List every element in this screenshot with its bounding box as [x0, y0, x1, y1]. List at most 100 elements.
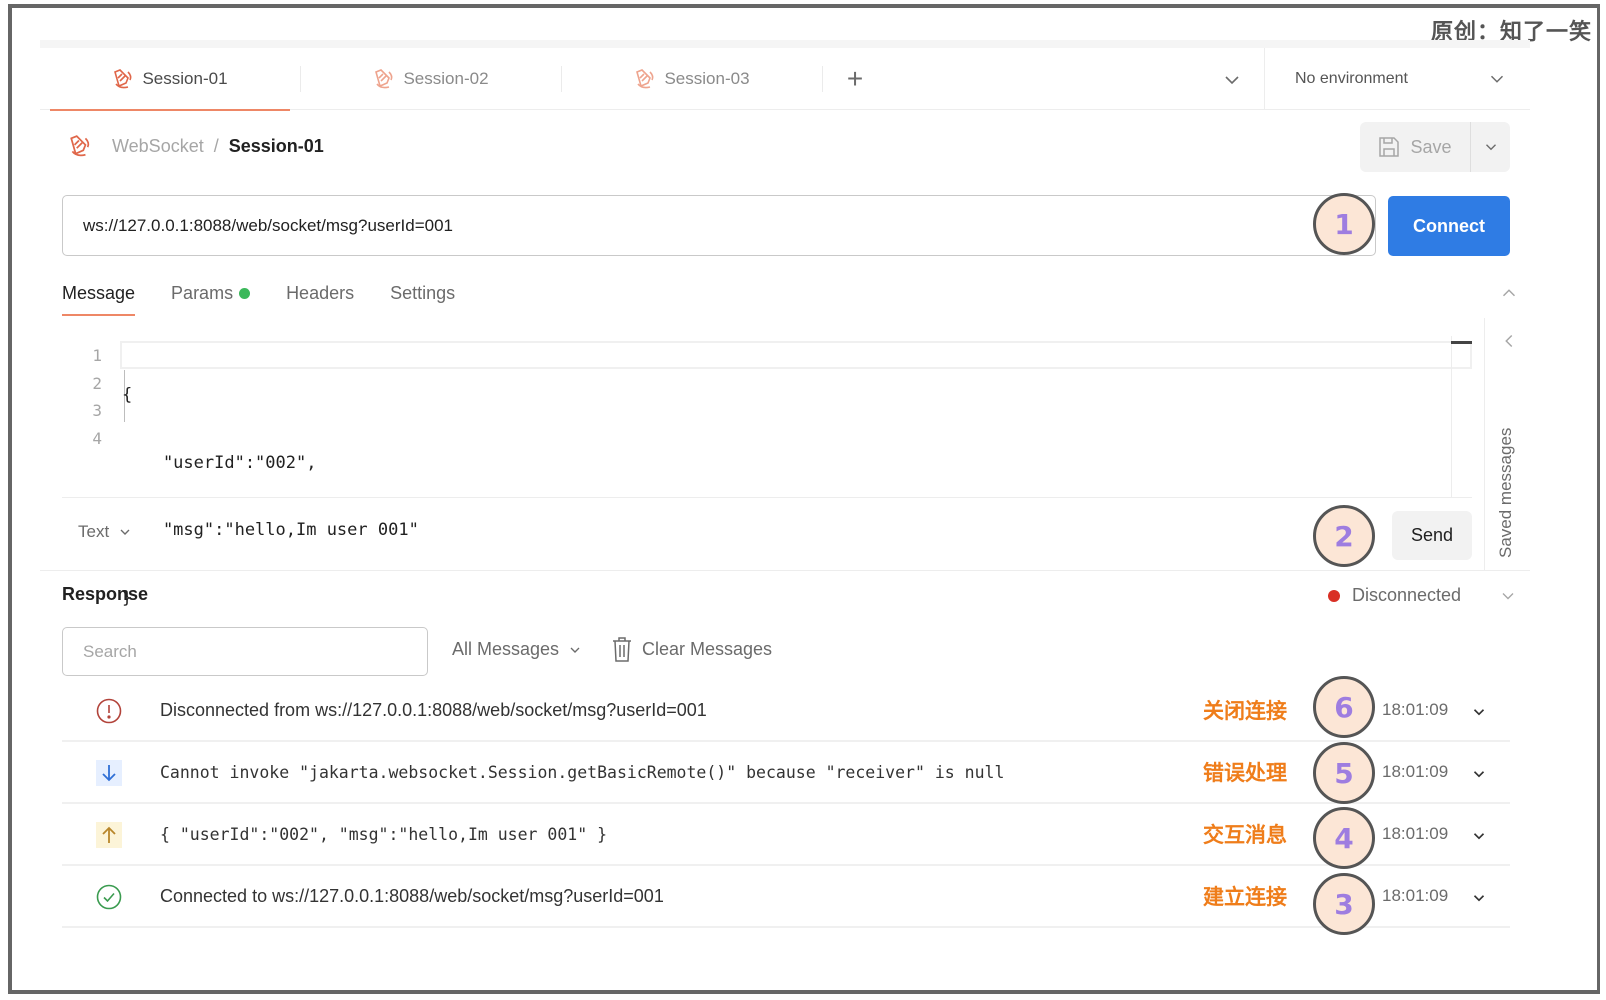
save-button[interactable]: Save — [1360, 122, 1470, 172]
message-format-select[interactable]: Text — [78, 522, 133, 542]
message-text: { "userId":"002", "msg":"hello,Im user 0… — [160, 824, 608, 844]
status-dot — [1328, 589, 1340, 602]
breadcrumb: WebSocket / Session-01 — [68, 130, 324, 162]
message-time: 18:01:09 — [1382, 886, 1449, 905]
connect-button[interactable]: Connect — [1388, 196, 1510, 256]
message-text: Disconnected from ws://127.0.0.1:8088/we… — [160, 699, 707, 720]
saved-messages-divider — [1484, 318, 1485, 570]
annotation-label: 建立连接 — [1203, 885, 1287, 909]
code-line: "userId":"002", — [122, 452, 317, 473]
step-badge-2: 2 — [1313, 505, 1375, 567]
expand-chevron-down-icon[interactable] — [1470, 889, 1488, 907]
message-filter-select[interactable]: All Messages — [452, 639, 583, 660]
floppy-disk-icon — [1379, 137, 1400, 157]
websocket-icon — [114, 68, 132, 88]
message-list: Disconnected from ws://127.0.0.1:8088/we… — [62, 680, 1510, 928]
tab-label: Settings — [390, 282, 456, 303]
message-search-input[interactable] — [62, 627, 428, 676]
websocket-icon — [375, 68, 393, 88]
alert-circle-icon — [96, 698, 122, 724]
tab-session-01[interactable]: Session-01 — [40, 48, 300, 111]
clear-messages-button[interactable]: Clear Messages — [612, 636, 772, 662]
line-number: 4 — [92, 428, 102, 448]
tab-params[interactable]: Params — [171, 280, 251, 306]
url-input[interactable]: ws://127.0.0.1:8088/web/socket/msg?userI… — [62, 195, 1376, 256]
breadcrumb-parent[interactable]: WebSocket — [112, 136, 204, 157]
step-badge-1: 1 — [1313, 193, 1375, 255]
chevron-down-icon — [1485, 144, 1496, 151]
tab-label: Message — [62, 282, 136, 303]
breadcrumb-current[interactable]: Session-01 — [229, 136, 324, 157]
message-time: 18:01:09 — [1382, 700, 1449, 719]
save-options-dropdown[interactable] — [1470, 122, 1510, 172]
trash-icon — [613, 637, 631, 662]
session-tab-bar: Session-01 Session-02 Session-03 + No en… — [40, 48, 1530, 111]
message-row[interactable]: { "userId":"002", "msg":"hello,Im user 0… — [62, 804, 1510, 866]
save-label: Save — [1410, 136, 1452, 157]
connection-status: Disconnected — [1328, 585, 1461, 606]
chevron-left-icon[interactable] — [1500, 330, 1518, 352]
tab-label: Params — [171, 282, 234, 303]
tab-session-02[interactable]: Session-02 — [301, 48, 561, 110]
message-time: 18:01:09 — [1382, 824, 1449, 843]
tab-label: Headers — [286, 282, 355, 303]
code-content[interactable]: { "userId":"002", "msg":"hello,Im user 0… — [122, 342, 419, 652]
tab-settings[interactable]: Settings — [390, 280, 455, 306]
tab-message[interactable]: Message — [62, 280, 136, 316]
arrow-down-icon — [96, 760, 122, 786]
tab-session-03[interactable]: Session-03 — [562, 48, 822, 110]
annotation-label: 关闭连接 — [1203, 699, 1287, 723]
line-number: 2 — [92, 373, 102, 393]
line-number-gutter: 1 2 3 4 — [62, 342, 102, 452]
message-row[interactable]: Disconnected from ws://127.0.0.1:8088/we… — [62, 680, 1510, 742]
websocket-icon — [636, 68, 654, 88]
scrollbar-thumb[interactable] — [1451, 341, 1472, 344]
expand-chevron-down-icon[interactable] — [1470, 765, 1488, 783]
message-row[interactable]: Cannot invoke "jakarta.websocket.Session… — [62, 742, 1510, 804]
message-row[interactable]: Connected to ws://127.0.0.1:8088/web/soc… — [62, 866, 1510, 928]
message-editor[interactable]: 1 2 3 4 { "userId":"002", "msg":"hello,I… — [62, 336, 1472, 608]
check-circle-icon — [96, 884, 122, 910]
editor-scrollbar[interactable] — [1451, 336, 1452, 498]
annotation-label: 交互消息 — [1203, 823, 1287, 847]
environment-label: No environment — [1295, 70, 1408, 87]
add-tab-button[interactable]: + — [823, 48, 887, 110]
request-tabs: Message Params Headers Settings — [62, 280, 455, 320]
send-button[interactable]: Send — [1392, 511, 1472, 560]
message-time: 18:01:09 — [1382, 762, 1449, 781]
expand-chevron-down-icon[interactable] — [1470, 703, 1488, 721]
saved-messages-toggle[interactable]: Saved messages — [1496, 428, 1516, 558]
chevron-down-icon — [570, 647, 580, 653]
tab-headers[interactable]: Headers — [286, 280, 354, 306]
expand-chevron-down-icon[interactable] — [1470, 827, 1488, 845]
step-badge-3: 3 — [1313, 873, 1375, 935]
tabs-overflow-chevron-down-icon[interactable] — [1220, 68, 1244, 92]
websocket-icon — [70, 135, 90, 157]
response-title: Response — [62, 584, 149, 604]
collapse-chevron-up-icon[interactable] — [1498, 282, 1520, 304]
response-chevron-down-icon[interactable] — [1498, 586, 1518, 606]
code-line: { — [122, 385, 133, 405]
arrow-up-icon — [96, 822, 122, 848]
chevron-down-icon — [1490, 75, 1504, 83]
section-divider — [40, 570, 1530, 571]
breadcrumb-separator: / — [213, 135, 219, 156]
message-text: Cannot invoke "jakarta.websocket.Session… — [160, 762, 1005, 782]
step-badge-4: 4 — [1313, 807, 1375, 869]
line-number: 3 — [92, 401, 102, 420]
step-badge-6: 6 — [1313, 676, 1375, 738]
save-button-group: Save — [1360, 122, 1510, 172]
chevron-down-icon — [120, 529, 130, 535]
step-badge-5: 5 — [1313, 742, 1375, 804]
line-number: 1 — [92, 346, 102, 365]
tab-label: Session-01 — [142, 68, 228, 88]
params-indicator-dot — [239, 287, 251, 299]
format-label: Text — [78, 522, 110, 541]
annotation-label: 错误处理 — [1203, 761, 1287, 785]
filter-label: All Messages — [452, 639, 560, 659]
environment-select[interactable]: No environment — [1264, 48, 1530, 110]
clear-messages-label: Clear Messages — [642, 638, 773, 659]
tab-label: Session-02 — [403, 68, 489, 88]
code-line: } — [122, 587, 133, 608]
tab-label: Session-03 — [664, 68, 750, 88]
